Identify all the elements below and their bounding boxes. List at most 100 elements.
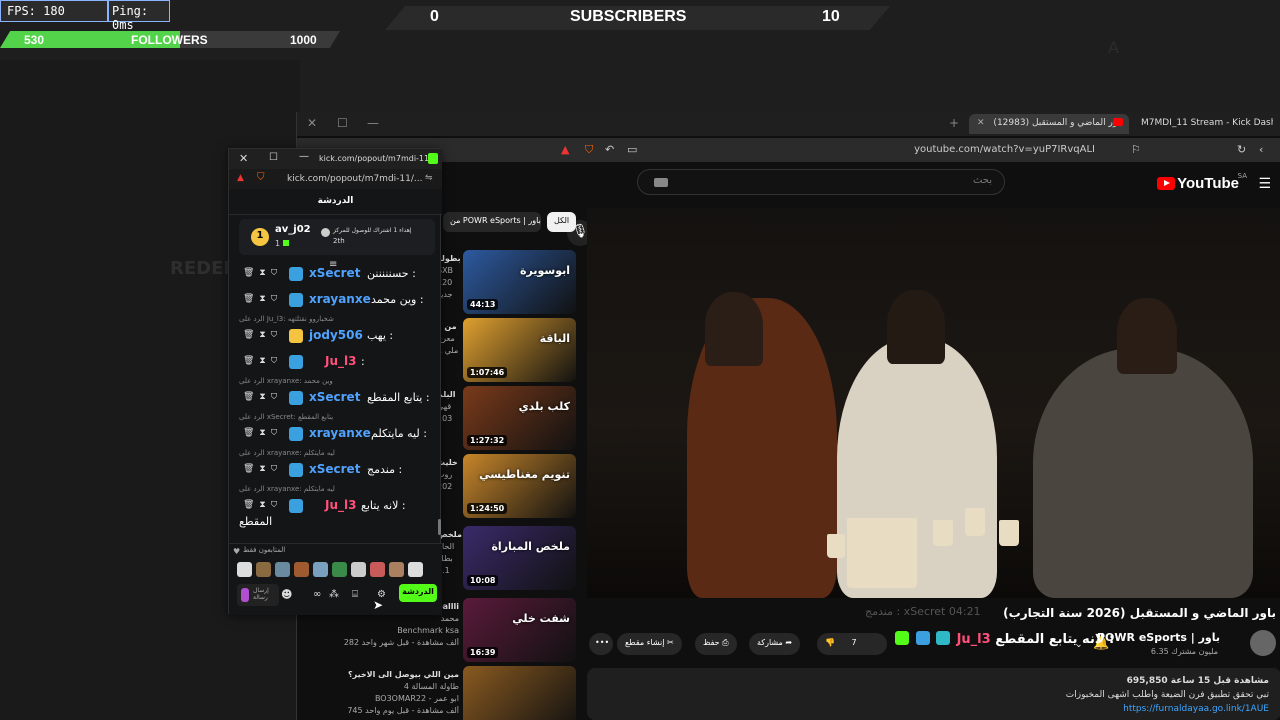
moderation-icons[interactable]: 🗑⧗⛉ <box>243 294 282 304</box>
video-thumbnail[interactable] <box>463 666 576 720</box>
moderation-icons[interactable]: 🗑⧗⛉ <box>243 392 282 402</box>
video-thumbnail[interactable]: تنويم مغناطيسي 1:24:50 <box>463 454 576 518</box>
popout-settings-icon[interactable]: ⇋ <box>425 173 433 183</box>
forward-icon[interactable]: ‹ <box>1259 143 1263 156</box>
back-icon[interactable]: ↶ <box>605 143 614 156</box>
chip-channel[interactable]: من POWR eSports | باور <box>443 212 541 232</box>
video-thumbnail[interactable]: شفت خلي 16:39 <box>463 598 576 662</box>
video-duration: 1:27:32 <box>467 435 508 446</box>
chat-message[interactable]: 🗑⧗⛉ xrayanxe ليه مايتكلم : <box>229 425 442 443</box>
chat-message[interactable]: 🗑⧗⛉ xSecret حسنننننن : <box>229 265 442 283</box>
chat-message[interactable]: 🗑⧗⛉ jody506 يهب : <box>229 327 442 345</box>
chat-username[interactable]: xrayanxe <box>309 292 371 306</box>
brave-rewards-icon[interactable]: ▲ <box>237 173 244 183</box>
chat-username[interactable]: Ju_l3 <box>325 498 356 512</box>
emote-icon[interactable] <box>275 562 290 577</box>
emote-icon[interactable] <box>332 562 347 577</box>
chat-input[interactable]: إرسال رسالة <box>237 584 279 606</box>
minimize-icon[interactable]: — <box>367 116 379 130</box>
video-player[interactable] <box>587 208 1280 598</box>
close-popout-icon[interactable]: ✕ <box>239 152 248 165</box>
video-title-snippet[interactable]: مين اللي بيوصل الى الاخير؟ <box>317 670 459 679</box>
reply-context: الرد على xrayanxe: ليه مايتكلم <box>239 485 335 493</box>
close-window-icon[interactable]: ✕ <box>307 116 317 130</box>
moderation-icons[interactable]: 🗑⧗⛉ <box>243 500 282 510</box>
share-button[interactable]: مشاركة ➦ <box>749 633 801 655</box>
emote-icon[interactable] <box>389 562 404 577</box>
emote-icon[interactable] <box>370 562 385 577</box>
chat-scrollbar[interactable] <box>438 519 441 535</box>
moderation-icons[interactable]: 🗑⧗⛉ <box>243 268 282 278</box>
channel-avatar[interactable] <box>1250 630 1276 656</box>
new-tab-icon[interactable]: + <box>949 116 959 130</box>
video-thumbnail[interactable]: ابوسويرة 44:13 <box>463 250 576 314</box>
followers-current: 530 <box>24 33 45 47</box>
gift-icon[interactable]: ⌸ <box>352 589 358 600</box>
video-thumbnail[interactable]: الباقة 1:07:46 <box>463 318 576 382</box>
emote-icon[interactable] <box>408 562 423 577</box>
chat-username[interactable]: jody506 <box>309 328 363 342</box>
cast-icon[interactable]: ▭ <box>627 143 637 156</box>
chip-all[interactable]: الكل <box>547 212 577 232</box>
minimize-popout-icon[interactable]: — <box>299 151 309 162</box>
maximize-popout-icon[interactable]: ☐ <box>269 152 278 163</box>
chat-message[interactable]: 🗑⧗⛉ xrayanxe وين محمد : <box>229 291 442 309</box>
youtube-logo[interactable]: YouTube <box>1157 175 1239 192</box>
bookmark-icon[interactable]: ⚐ <box>1131 143 1141 156</box>
save-button[interactable]: حفظ ⎙ <box>695 633 737 655</box>
video-description[interactable]: 695,850 مشاهدة قبل 15 ساعة تبي تحقق تطبي… <box>587 668 1280 720</box>
chat-text: لانه يتابع : <box>361 499 406 512</box>
clip-button[interactable]: إنشاء مقطع ✂ <box>617 633 682 655</box>
users-icon[interactable]: ⁂ <box>329 589 339 600</box>
brave-rewards-icon[interactable]: ▲ <box>561 143 569 156</box>
video-meta: طاولة المسالة 4 <box>403 682 459 691</box>
video-meta: 282 ألف مشاهدة - قبل شهر واحد <box>343 638 459 647</box>
emote-icon[interactable] <box>256 562 271 577</box>
emote-icon[interactable] <box>237 562 252 577</box>
channel-name[interactable]: POWR eSports | باور <box>1097 631 1220 644</box>
emoji-picker-icon[interactable]: ☻ <box>281 588 292 601</box>
chat-message[interactable]: 🗑⧗⛉ Ju_l3: <box>229 353 442 371</box>
menu-icon[interactable]: ☰ <box>1258 176 1271 192</box>
tab-kick-dashboard[interactable]: M7MDI_11 Stream - Kick Dashboard <box>1133 114 1273 134</box>
chat-username[interactable]: Ju_l3 <box>325 354 356 368</box>
chat-username[interactable]: xSecret <box>309 390 360 404</box>
thumbnail-text: شفت خلي <box>512 612 570 625</box>
popout-url[interactable]: kick.com/popout/m7mdi-11/... <box>287 174 422 184</box>
dislike-icon: 👎 <box>825 638 835 647</box>
chat-username[interactable]: xSecret <box>309 266 360 280</box>
search-input[interactable]: بحث <box>637 169 1005 195</box>
close-tab-icon[interactable]: ✕ <box>977 118 985 128</box>
infinity-icon[interactable]: ∞ <box>313 589 321 600</box>
url-field[interactable]: youtube.com/watch?v=yuP7IRvqALI <box>914 144 1095 155</box>
keyboard-icon[interactable] <box>654 178 668 187</box>
user-badge-icon <box>289 355 303 369</box>
moderation-icons[interactable]: 🗑⧗⛉ <box>243 356 282 366</box>
emote-icon[interactable] <box>351 562 366 577</box>
reload-icon[interactable]: ↻ <box>1237 143 1246 156</box>
chat-send-button[interactable]: الدردشة <box>399 584 437 602</box>
maximize-icon[interactable]: ☐ <box>337 116 348 130</box>
brave-shield-icon[interactable]: ⛉ <box>585 143 593 157</box>
followers-title: FOLLOWERS <box>131 33 208 47</box>
brave-shield-icon[interactable]: ⛉ <box>257 172 265 183</box>
chat-username[interactable]: xrayanxe <box>309 426 371 440</box>
chat-username[interactable]: xSecret <box>309 462 360 476</box>
video-frame-cup <box>999 520 1019 546</box>
video-thumbnail[interactable]: ملخص المباراة 10:08 <box>463 526 576 590</box>
video-frame-cup <box>933 520 953 546</box>
moderation-icons[interactable]: 🗑⧗⛉ <box>243 330 282 340</box>
emote-icon[interactable] <box>313 562 328 577</box>
moderation-icons[interactable]: 🗑⧗⛉ <box>243 428 282 438</box>
chat-message[interactable]: 🗑⧗⛉ Ju_l3 لانه يتابع : <box>229 497 442 515</box>
tab-youtube[interactable]: ✕ باور الماضي و المستقبل (12983) <box>969 114 1129 134</box>
like-dislike-button[interactable]: 👎 7 <box>817 633 887 655</box>
description-link[interactable]: https://furnaldayaa.go.link/1AUE <box>1123 704 1269 714</box>
chat-message[interactable]: 🗑⧗⛉ xSecret مندمج : <box>229 461 442 479</box>
moderation-icons[interactable]: 🗑⧗⛉ <box>243 464 282 474</box>
emote-icon[interactable] <box>294 562 309 577</box>
more-actions-button[interactable]: ••• <box>589 633 613 655</box>
tab-bar: ✕ ☐ — + ✕ باور الماضي و المستقبل (12983)… <box>297 112 1280 136</box>
video-thumbnail[interactable]: كلب بلدي 1:27:32 <box>463 386 576 450</box>
chat-message[interactable]: 🗑⧗⛉ xSecret يتابع المقطع : <box>229 389 442 407</box>
